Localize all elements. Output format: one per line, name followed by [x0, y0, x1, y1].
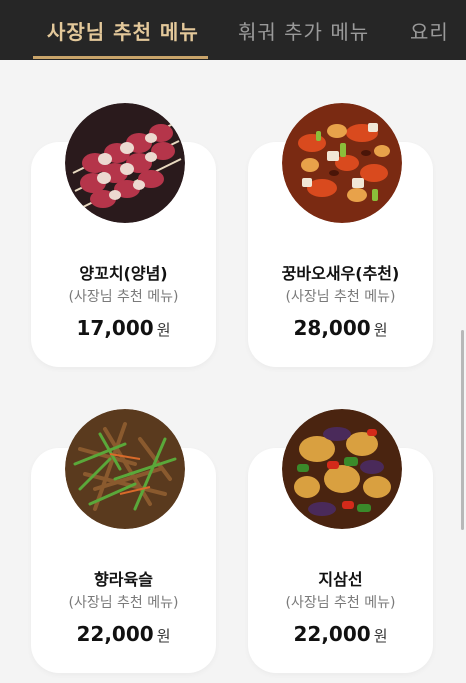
shredded-pork-photo: [65, 409, 185, 529]
price-amount: 22,000: [293, 622, 371, 646]
menu-item-subtitle: (사장님 추천 메뉴): [68, 289, 179, 305]
menu-item-price: 22,000 원: [248, 622, 433, 646]
menu-item-subtitle: (사장님 추천 메뉴): [285, 595, 396, 611]
menu-item-price: 22,000 원: [31, 622, 216, 646]
price-amount: 22,000: [76, 622, 154, 646]
menu-item-name: 향라육슬: [94, 570, 153, 589]
menu-item-name: 양꼬치(양념): [79, 264, 168, 283]
menu-item-price: 28,000 원: [248, 316, 433, 340]
menu-item-subtitle: (사장님 추천 메뉴): [68, 595, 179, 611]
price-currency: 원: [373, 321, 388, 339]
menu-item-price: 17,000 원: [31, 316, 216, 340]
category-tab-bar: 사장님 추천 메뉴 훠궈 추가 메뉴 요리: [0, 0, 466, 60]
tab-owner-recommended[interactable]: 사장님 추천 메뉴: [47, 16, 199, 45]
price-currency: 원: [156, 321, 171, 339]
menu-item-name: 꿍바오새우(추천): [281, 264, 400, 283]
scrollbar[interactable]: [461, 330, 464, 530]
disanxian-photo: [282, 409, 402, 529]
menu-item-name: 지삼선: [318, 570, 363, 589]
menu-item-subtitle: (사장님 추천 메뉴): [285, 289, 396, 305]
tab-hotpot-extra[interactable]: 훠궈 추가 메뉴: [238, 16, 369, 45]
lamb-skewers-photo: [65, 103, 185, 223]
price-currency: 원: [373, 627, 388, 645]
kungpao-shrimp-photo: [282, 103, 402, 223]
tab-dishes[interactable]: 요리: [410, 16, 449, 45]
price-currency: 원: [156, 627, 171, 645]
price-amount: 28,000: [293, 316, 371, 340]
active-tab-indicator: [33, 56, 208, 59]
price-amount: 17,000: [76, 316, 154, 340]
